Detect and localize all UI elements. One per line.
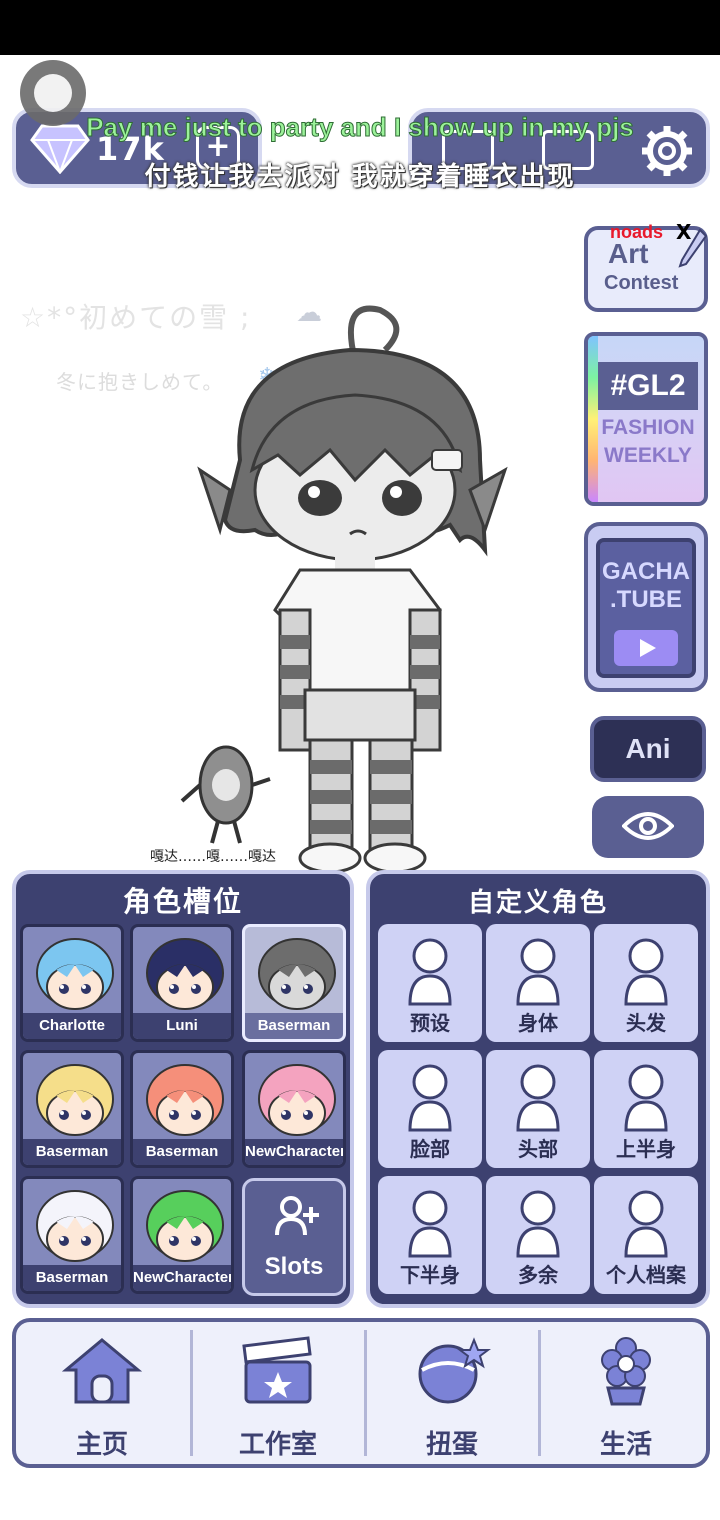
lower-body-icon [408, 1190, 452, 1258]
eye-icon [622, 812, 674, 840]
fashion-label: FASHION [601, 416, 695, 439]
category-head-accessory[interactable]: 头部 [486, 1050, 590, 1168]
customize-character-title: 自定义角色 [467, 888, 608, 918]
home-icon [62, 1338, 142, 1404]
life-flower-icon [601, 1337, 651, 1406]
character-slot[interactable]: Baserman [242, 924, 346, 1042]
category-face[interactable]: 脸部 [378, 1050, 482, 1168]
category-presets[interactable]: 预设 [378, 924, 482, 1042]
nav-home-label: 主页 [75, 1430, 128, 1460]
category-extra[interactable]: 多余 [486, 1176, 590, 1294]
studio-clapper-icon [242, 1336, 312, 1404]
character-avatar [36, 1190, 114, 1262]
category-upper-body[interactable]: 上半身 [594, 1050, 698, 1168]
character-avatar [258, 938, 336, 1010]
character-avatar [146, 938, 224, 1010]
slots-label: Slots [264, 1253, 324, 1280]
extra-icon [516, 1190, 560, 1258]
character-avatar [36, 1064, 114, 1136]
gl2-tag: #GL2 [598, 362, 698, 410]
tube-label: .TUBE [610, 586, 682, 613]
bottom-navigation: 主页 工作室 扭蛋 生活 [12, 1318, 710, 1468]
presets-icon [408, 938, 452, 1006]
toggle-visibility-button[interactable] [592, 796, 704, 858]
category-label: 身体 [518, 1011, 558, 1035]
category-label: 下半身 [400, 1263, 460, 1287]
head-accessory-icon [516, 1064, 560, 1132]
gacha-label: GACHA [602, 558, 690, 585]
add-user-icon [275, 1196, 319, 1236]
face-icon [408, 1064, 452, 1132]
pet-illustration[interactable] [178, 735, 278, 850]
character-slot-name: Baserman [133, 1139, 231, 1165]
nav-gacha[interactable]: 扭蛋 [366, 1322, 538, 1464]
animation-button[interactable]: Ani [590, 716, 706, 782]
hair-icon [624, 938, 668, 1006]
gacha-icon [418, 1337, 491, 1404]
character-slot[interactable]: Charlotte [20, 924, 124, 1042]
character-slot[interactable]: Baserman [130, 1050, 234, 1168]
character-slot-name: Baserman [23, 1265, 121, 1291]
category-label: 头部 [518, 1137, 558, 1161]
category-label: 预设 [410, 1011, 450, 1035]
lyric-chinese: 付钱让我去派对 我就穿着睡衣出现 [144, 162, 576, 192]
character-slot[interactable]: Luni [130, 924, 234, 1042]
character-avatar [146, 1064, 224, 1136]
category-label: 上半身 [616, 1137, 676, 1161]
category-label: 个人档案 [606, 1263, 686, 1287]
nav-studio[interactable]: 工作室 [192, 1322, 364, 1464]
character-avatar [146, 1190, 224, 1262]
character-slot-name: Baserman [23, 1139, 121, 1165]
character-avatar [258, 1064, 336, 1136]
play-icon [614, 630, 678, 666]
upper-body-icon [624, 1064, 668, 1132]
nav-gacha-label: 扭蛋 [425, 1430, 478, 1460]
noads-label: noads [610, 222, 664, 242]
character-slot-name: Charlotte [23, 1013, 121, 1039]
lyric-english: Pay me just to party and I show up in my… [86, 112, 635, 143]
character-avatar [36, 938, 114, 1010]
nav-home[interactable]: 主页 [16, 1322, 188, 1464]
character-slot-name: NewCharacter [133, 1265, 231, 1291]
category-body[interactable]: 身体 [486, 924, 590, 1042]
close-ad-button[interactable]: X [676, 220, 691, 244]
category-lower-body[interactable]: 下半身 [378, 1176, 482, 1294]
character-slot-name: NewCharacter [245, 1139, 343, 1165]
category-label: 头发 [626, 1011, 666, 1035]
category-label: 多余 [518, 1263, 558, 1287]
category-label: 脸部 [410, 1137, 450, 1161]
character-slot[interactable]: Baserman [20, 1050, 124, 1168]
nav-studio-label: 工作室 [238, 1430, 317, 1460]
character-slot[interactable]: Baserman [20, 1176, 124, 1294]
category-hair[interactable]: 头发 [594, 924, 698, 1042]
character-slots-title: 角色槽位 [122, 885, 243, 918]
profile-icon [624, 1190, 668, 1258]
add-slots-button[interactable]: Slots [242, 1178, 346, 1296]
character-slot[interactable]: NewCharacter [242, 1050, 346, 1168]
art-contest-subtitle: Contest [604, 272, 679, 294]
character-slot-name: Luni [133, 1013, 231, 1039]
category-profile[interactable]: 个人档案 [594, 1176, 698, 1294]
body-icon [516, 938, 560, 1006]
sound-effect-text: 嘎达……嘎……嘎达 [150, 849, 276, 865]
status-bar [0, 0, 720, 55]
nav-life-label: 生活 [599, 1430, 652, 1460]
character-slot-name: Baserman [245, 1013, 343, 1039]
character-slot[interactable]: NewCharacter [130, 1176, 234, 1294]
nav-life[interactable]: 生活 [540, 1322, 712, 1464]
weekly-label: WEEKLY [604, 444, 692, 467]
